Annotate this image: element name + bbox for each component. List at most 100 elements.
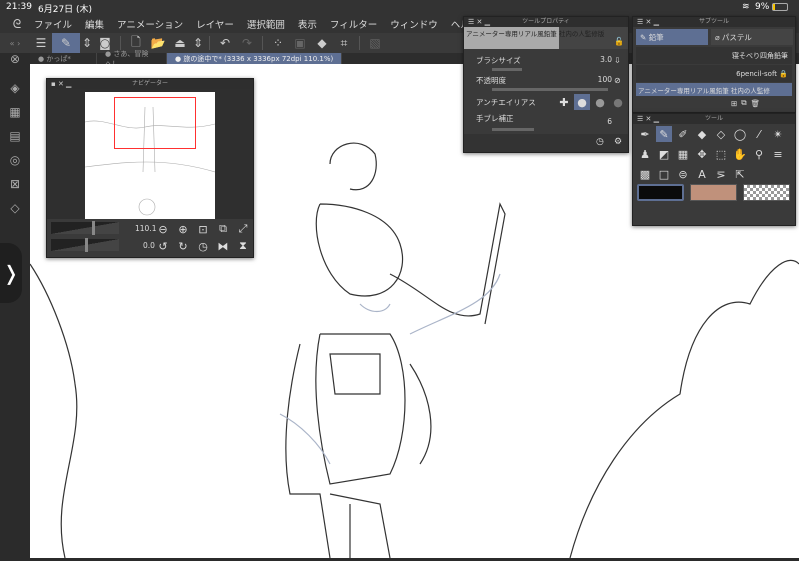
transparent-color-swatch[interactable]: [743, 184, 790, 201]
search-icon[interactable]: ⊗: [0, 52, 30, 66]
frame-tool-icon[interactable]: ▦: [675, 146, 691, 162]
panel-controls-icon[interactable]: ☰ ✕ ▁: [468, 17, 490, 27]
fit-icon[interactable]: ⊡: [195, 221, 211, 237]
lasso-tool-icon[interactable]: ◯: [732, 126, 748, 142]
subtool-tab-pastel[interactable]: ⌀ パステル: [711, 29, 793, 45]
antialias-weak-icon[interactable]: ●: [574, 94, 590, 110]
expand-handle[interactable]: ❭: [0, 243, 22, 303]
antialias-strong-icon[interactable]: ●: [610, 94, 626, 110]
antialias-none-icon[interactable]: ✚: [556, 94, 572, 110]
panel-controls-icon[interactable]: ☰ ✕ ▁: [637, 114, 659, 124]
gradient-tool-icon[interactable]: ▩: [637, 166, 653, 182]
fit-window-icon[interactable]: ⤢: [235, 221, 251, 237]
flip-vertical-icon[interactable]: ⧗: [235, 238, 251, 254]
brush-size-row[interactable]: ブラシサイズ 3.0: [476, 55, 612, 71]
brush-size-value: 3.0: [600, 55, 612, 64]
layer-search-icon[interactable]: ◇: [0, 196, 30, 220]
text-tool-icon[interactable]: A: [694, 166, 710, 182]
menu-selection[interactable]: 選択範囲: [247, 17, 285, 31]
sub-color-swatch[interactable]: [690, 184, 737, 201]
eyedropper-tool-icon[interactable]: ⁄: [751, 126, 767, 142]
clear-outside-icon[interactable]: ▣: [289, 33, 311, 53]
stepper-icon[interactable]: ⇕: [80, 33, 94, 53]
more-tools-icon[interactable]: ≡: [770, 146, 786, 162]
menu-file[interactable]: ファイル: [34, 17, 72, 31]
eraser-tool-icon[interactable]: ◇: [713, 126, 729, 142]
correct-line-tool-icon[interactable]: ⋝: [713, 166, 729, 182]
edit-mode-icon[interactable]: ✎: [52, 33, 80, 53]
app-logo-icon[interactable]: ᘓ: [0, 17, 34, 32]
lock-icon[interactable]: 🔓: [614, 37, 624, 46]
rotate-left-icon[interactable]: ↺: [155, 238, 171, 254]
pen-tool-icon[interactable]: ✒: [637, 126, 653, 142]
trash-icon[interactable]: 🗑: [751, 99, 761, 108]
menu-filter[interactable]: フィルター: [330, 17, 377, 31]
save-icon[interactable]: ⏏: [169, 33, 191, 53]
stepper-icon[interactable]: ⇕: [191, 33, 205, 53]
duplicate-icon[interactable]: ⧉: [741, 98, 746, 108]
subtool-tab-pencil[interactable]: ✎ 鉛筆: [636, 29, 708, 45]
collapse-arrows-icon[interactable]: « ›: [0, 33, 30, 53]
restore-icon[interactable]: ◷: [596, 137, 604, 147]
rotation-slider[interactable]: [51, 238, 119, 252]
layer-property-icon[interactable]: ▦: [0, 100, 30, 124]
flip-horizontal-icon[interactable]: ⧓: [215, 238, 231, 254]
zoom-slider[interactable]: [51, 221, 119, 235]
fill-icon[interactable]: ◆: [311, 33, 333, 53]
main-color-swatch[interactable]: [637, 184, 684, 201]
zoom-tool-icon[interactable]: ⚲: [751, 146, 767, 162]
stabilization-row[interactable]: 手ブレ補正 6: [476, 113, 612, 131]
menu-edit[interactable]: 編集: [85, 17, 104, 31]
undo-icon[interactable]: ↶: [214, 33, 236, 53]
subtool-item[interactable]: 6pencil-soft 🔒: [636, 65, 792, 82]
balloon-tool-icon[interactable]: ⊜: [675, 166, 691, 182]
menu-window[interactable]: ウィンドウ: [390, 17, 438, 31]
rotate-right-icon[interactable]: ↻: [175, 238, 191, 254]
antialias-medium-icon[interactable]: ●: [592, 94, 608, 110]
opacity-slider[interactable]: [492, 88, 608, 91]
hamburger-menu-icon[interactable]: ☰: [30, 33, 52, 53]
reset-rotation-icon[interactable]: ◷: [195, 238, 211, 254]
subtool-item-selected[interactable]: アニメーター専用リアル風鉛筆 社内の人監修: [636, 83, 792, 96]
deselect-icon[interactable]: ▧: [364, 33, 386, 53]
tab-kappa[interactable]: ● かっぱ*: [30, 53, 97, 64]
ruler-tool-icon[interactable]: ◩: [656, 146, 672, 162]
transform-icon[interactable]: ⌗: [333, 33, 355, 53]
figure-tool-icon[interactable]: □: [656, 166, 672, 182]
pencil-tool-icon[interactable]: ✎: [656, 126, 672, 142]
material-icon[interactable]: ◎: [0, 148, 30, 172]
timeline-icon[interactable]: ▤: [0, 124, 30, 148]
settings-wrench-icon[interactable]: ⚙: [614, 137, 622, 147]
opacity-row[interactable]: 不透明度 100: [476, 75, 612, 91]
menu-layer[interactable]: レイヤー: [196, 17, 234, 31]
panel-controls-icon[interactable]: ▪ ✕ ▁: [51, 79, 71, 89]
navigator-icon[interactable]: ⊠: [0, 172, 30, 196]
copy-subtool-icon[interactable]: ⊞: [731, 99, 737, 108]
tab-adventure[interactable]: ● さあ、冒険へ！: [97, 50, 167, 68]
zoom-in-icon[interactable]: ⊕: [175, 221, 191, 237]
fill-tool-icon[interactable]: ◆: [694, 126, 710, 142]
tab-current[interactable]: ● 旅の途中で* (3336 x 3336px 72dpi 110.1%): [167, 53, 343, 64]
object-tool-icon[interactable]: ⬚: [713, 146, 729, 162]
brush-size-slider[interactable]: [492, 68, 522, 71]
redo-icon[interactable]: ↷: [236, 33, 258, 53]
decoration-tool-icon[interactable]: ♟: [637, 146, 653, 162]
layers-icon[interactable]: ◈: [0, 76, 30, 100]
operation-tool-icon[interactable]: ⇱: [732, 166, 748, 182]
pressure-icon[interactable]: ⊘: [614, 76, 621, 85]
navigator-viewport-frame[interactable]: [114, 97, 196, 149]
menu-animation[interactable]: アニメーション: [117, 17, 183, 31]
subtool-item[interactable]: 寝そべり四角鉛筆: [636, 47, 792, 64]
clear-icon[interactable]: ⁘: [267, 33, 289, 53]
actual-size-icon[interactable]: ⧉: [215, 221, 231, 237]
navigator-preview[interactable]: [47, 89, 253, 219]
hand-tool-icon[interactable]: ✋: [732, 146, 748, 162]
stabilization-slider[interactable]: [492, 128, 534, 131]
zoom-out-icon[interactable]: ⊖: [155, 221, 171, 237]
panel-controls-icon[interactable]: ☰ ✕ ▁: [637, 17, 659, 27]
menu-view[interactable]: 表示: [298, 17, 317, 31]
download-icon[interactable]: ⇩: [614, 56, 621, 65]
move-tool-icon[interactable]: ✥: [694, 146, 710, 162]
magic-wand-icon[interactable]: ✴: [770, 126, 786, 142]
brush-tool-icon[interactable]: ✐: [675, 126, 691, 142]
